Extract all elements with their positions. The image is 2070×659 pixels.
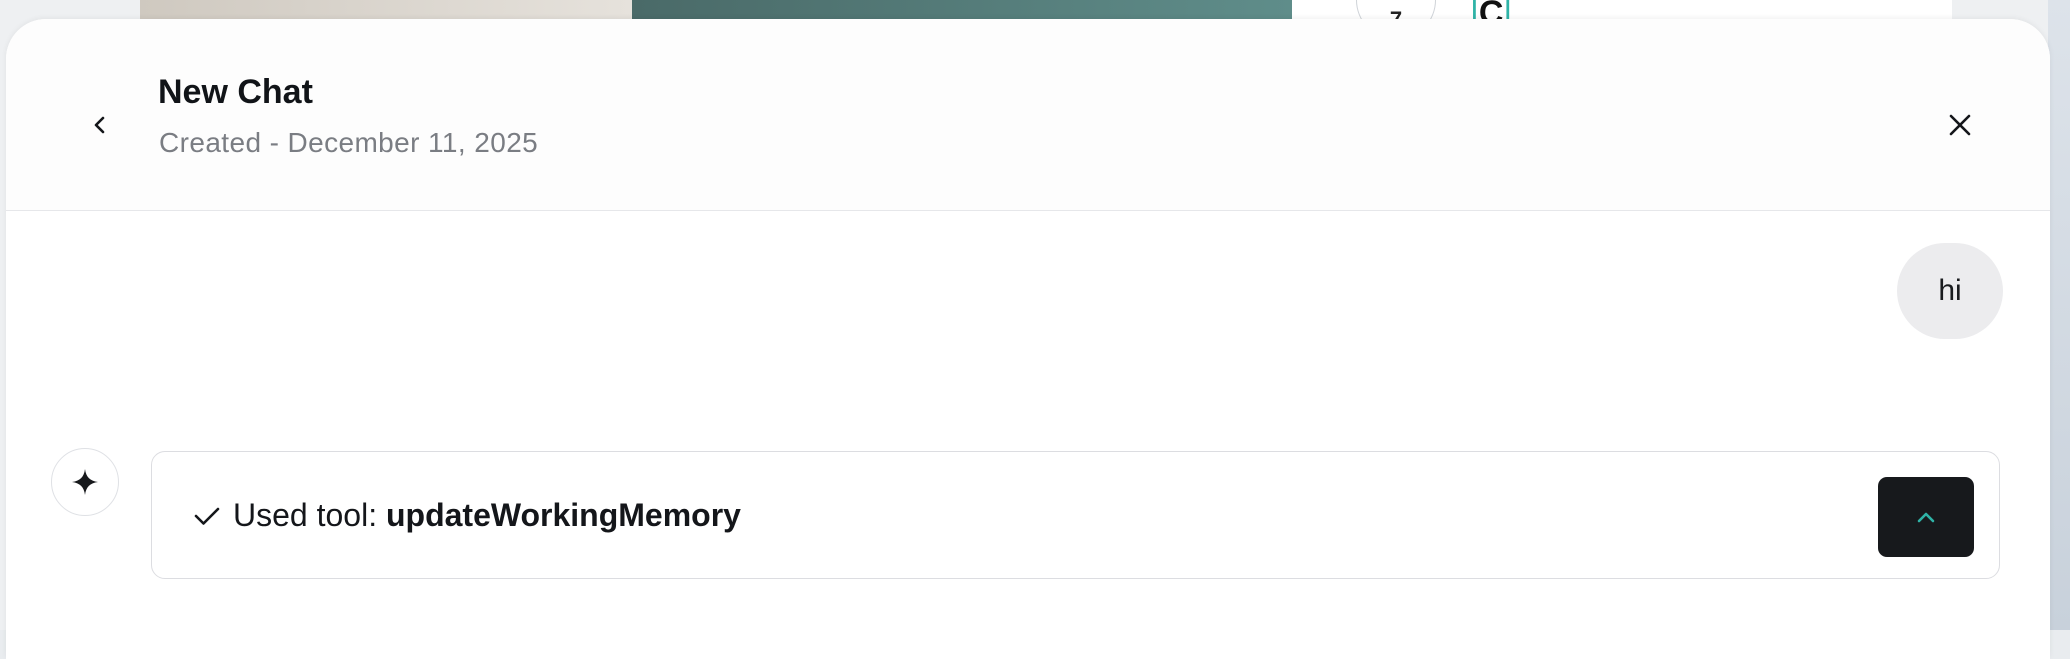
check-icon [194,507,220,525]
sparkle-icon [72,469,98,495]
close-button[interactable] [1932,97,1988,153]
assistant-avatar [51,448,119,516]
tool-call-card: Used tool: updateWorkingMemory [151,451,2000,579]
back-button[interactable] [72,97,128,153]
chat-header: New Chat Created - December 11, 2025 [6,19,2050,211]
background-scroll-strip [2048,0,2070,630]
chat-panel: New Chat Created - December 11, 2025 hi … [6,19,2050,659]
chevron-left-icon [94,116,105,134]
user-message-text: hi [1938,274,1962,307]
tool-call-label: Used tool: updateWorkingMemory [233,497,741,534]
tool-call-prefix: Used tool: [233,497,386,533]
user-message: hi [1897,243,2003,339]
created-date: Created - December 11, 2025 [159,127,539,158]
tool-name: updateWorkingMemory [385,497,741,533]
chevron-up-icon [1917,512,1935,523]
close-icon [1949,114,1971,136]
page-title: New Chat [158,73,313,111]
collapse-tool-button[interactable] [1878,477,1974,557]
